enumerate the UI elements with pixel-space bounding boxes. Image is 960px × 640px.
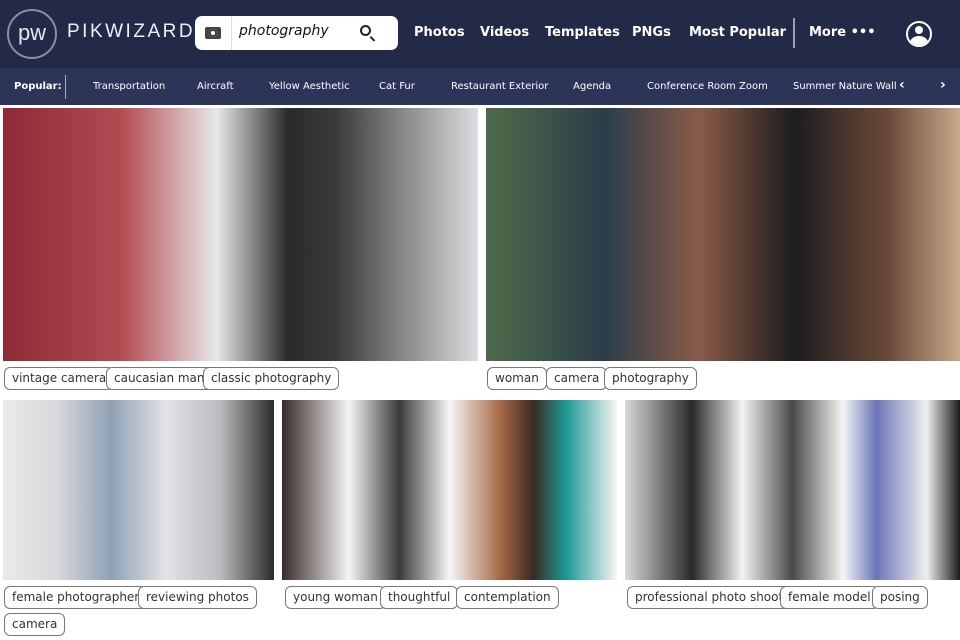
chevron-left-icon[interactable]: ‹ xyxy=(899,77,905,93)
popular-label: Popular: xyxy=(14,81,62,92)
header: pw PIKWIZARD Photos Videos Templates PNG… xyxy=(0,0,960,68)
search-icon[interactable] xyxy=(360,25,371,36)
popular-item[interactable]: Aircraft xyxy=(197,81,234,92)
nav-more[interactable]: More ••• xyxy=(809,25,876,40)
camera-search-icon[interactable] xyxy=(195,16,232,50)
popular-item[interactable]: Restaurant Exterior xyxy=(451,81,548,92)
tag[interactable]: contemplation xyxy=(456,586,559,609)
search-input[interactable] xyxy=(239,23,349,39)
tag[interactable]: vintage camera xyxy=(4,367,115,390)
chevron-right-icon[interactable]: › xyxy=(940,77,946,93)
brand-name[interactable]: PIKWIZARD xyxy=(67,21,195,43)
tag[interactable]: woman xyxy=(487,367,547,390)
popular-item[interactable]: Summer Nature Wall xyxy=(793,81,897,92)
photo-young-woman-thoughtful[interactable] xyxy=(282,400,617,580)
nav-most-popular[interactable]: Most Popular xyxy=(689,25,786,40)
popular-item[interactable]: Cat Fur xyxy=(379,81,415,92)
tag[interactable]: female model xyxy=(780,586,879,609)
popular-item[interactable]: Conference Room Zoom xyxy=(647,81,768,92)
tag[interactable]: thoughtful xyxy=(380,586,459,609)
tag[interactable]: reviewing photos xyxy=(138,586,257,609)
user-account-icon[interactable] xyxy=(906,21,932,47)
photo-female-photographer[interactable] xyxy=(3,400,274,580)
tag[interactable]: classic photography xyxy=(203,367,340,390)
popular-item[interactable]: Agenda xyxy=(573,81,611,92)
divider xyxy=(793,18,795,48)
logo[interactable]: pw xyxy=(7,9,57,59)
photo-man-vintage-camera[interactable] xyxy=(3,108,478,361)
tag[interactable]: young woman xyxy=(285,586,386,609)
popular-bar: Popular: Transportation Aircraft Yellow … xyxy=(0,68,960,105)
nav-templates[interactable]: Templates xyxy=(545,25,620,40)
tag[interactable]: photography xyxy=(604,367,697,390)
tag[interactable]: professional photo shoot xyxy=(627,586,792,609)
nav-photos[interactable]: Photos xyxy=(414,25,465,40)
tag[interactable]: female photographer xyxy=(4,586,148,609)
search-bar xyxy=(195,16,398,50)
nav-videos[interactable]: Videos xyxy=(480,25,529,40)
nav-pngs[interactable]: PNGs xyxy=(632,25,671,40)
popular-item[interactable]: Yellow Aesthetic xyxy=(269,81,350,92)
photo-woman-camera-car[interactable] xyxy=(486,108,960,361)
tag[interactable]: posing xyxy=(872,586,928,609)
tag[interactable]: caucasian man xyxy=(106,367,213,390)
divider xyxy=(65,75,66,99)
tag[interactable]: camera xyxy=(4,613,66,636)
tag[interactable]: camera xyxy=(546,367,608,390)
photo-professional-shoot[interactable] xyxy=(625,400,960,580)
popular-item[interactable]: Transportation xyxy=(93,81,165,92)
